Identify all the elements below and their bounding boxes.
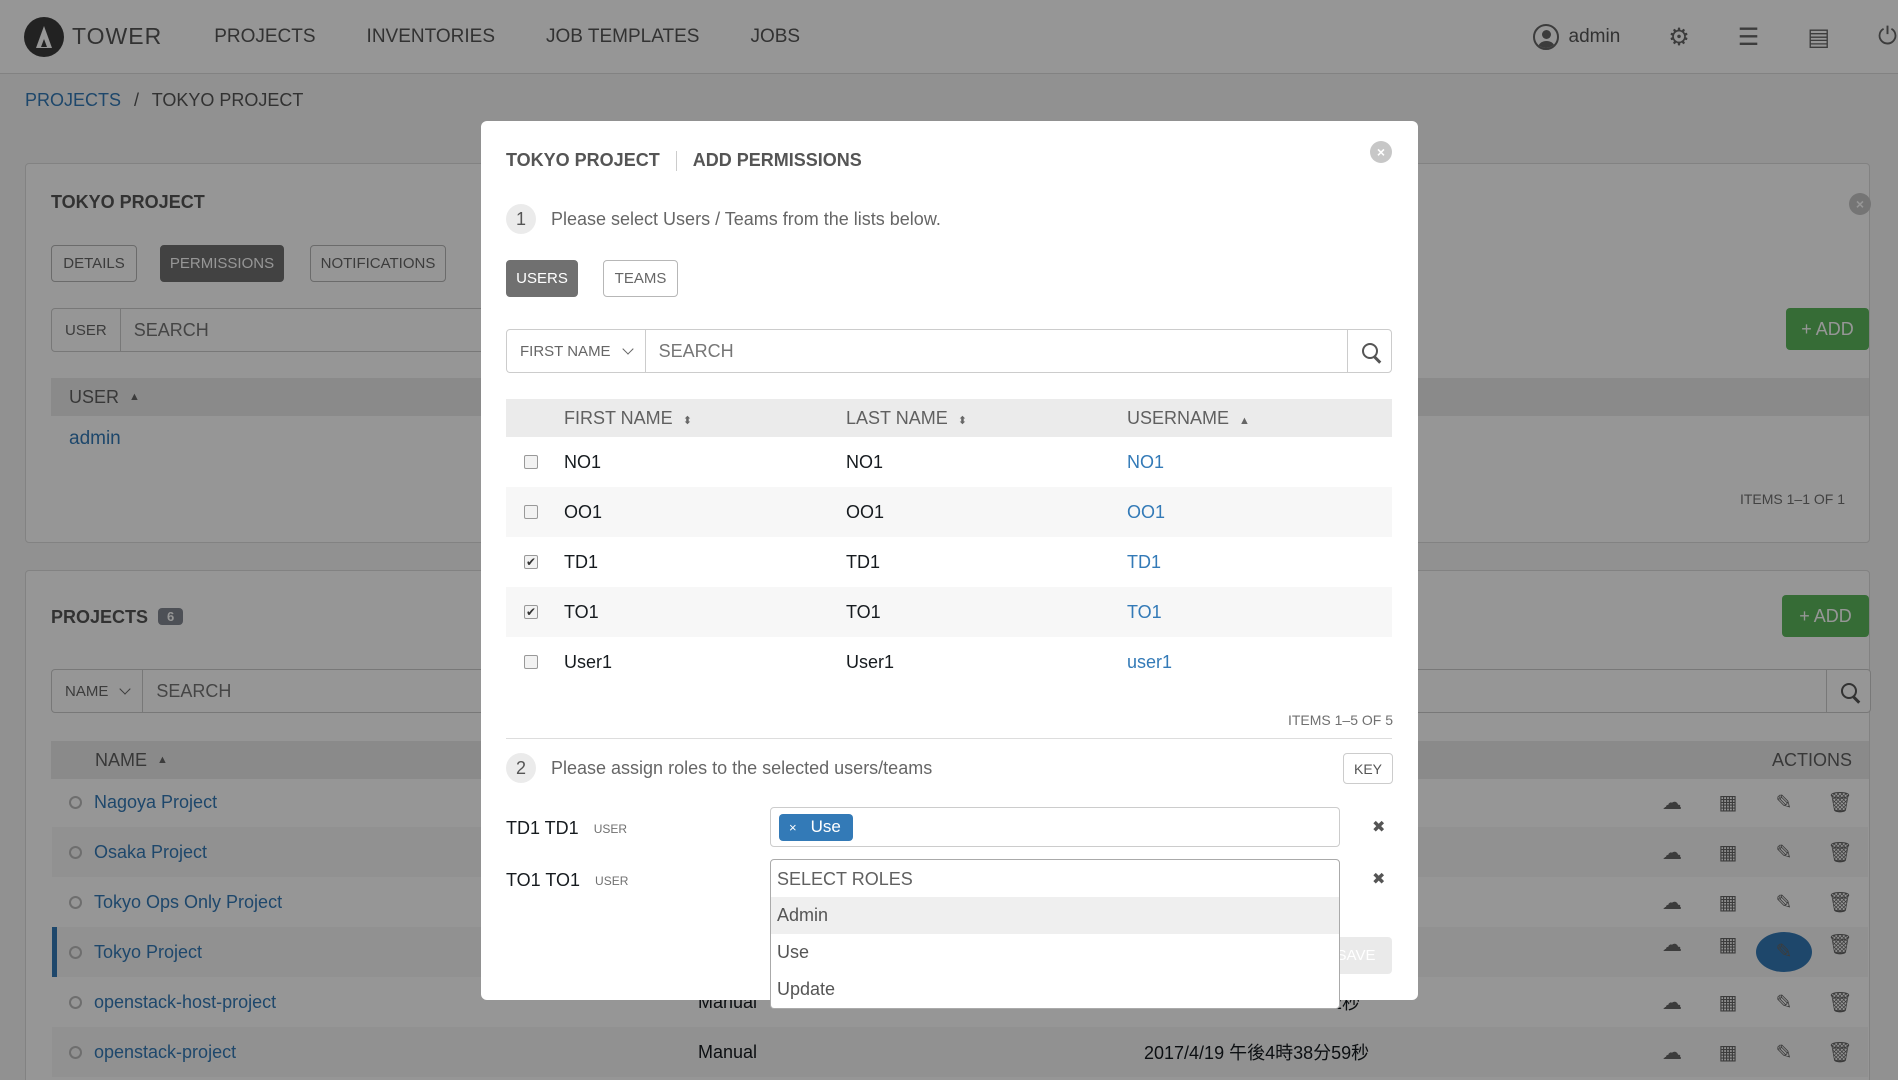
- close-modal-icon[interactable]: ×: [1370, 141, 1392, 163]
- sort-icon[interactable]: ⬍: [958, 415, 967, 427]
- first-name: TO1: [564, 601, 599, 622]
- remove-assignee-icon[interactable]: ✖: [1372, 869, 1385, 889]
- remove-assignee-icon[interactable]: ✖: [1372, 817, 1385, 837]
- col-last-name[interactable]: LAST NAME ⬍: [846, 408, 967, 429]
- row-checkbox[interactable]: [524, 505, 538, 519]
- assignee-type: USER: [595, 873, 629, 888]
- users-table: FIRST NAME ⬍ LAST NAME ⬍ USERNAME ▲ NO1 NO1…: [506, 399, 1392, 687]
- roles-select-td1[interactable]: × Use: [770, 807, 1340, 847]
- role-option-use[interactable]: Use: [771, 934, 1339, 971]
- step-2: 2 Please assign roles to the selected us…: [506, 753, 932, 783]
- search-key-label: FIRST NAME: [520, 342, 611, 360]
- last-name: TD1: [846, 551, 881, 572]
- key-button[interactable]: KEY: [1343, 753, 1393, 784]
- role-chip: × Use: [779, 813, 853, 841]
- col-username-label: USERNAME: [1127, 407, 1230, 428]
- step-2-text: Please assign roles to the selected user…: [551, 757, 933, 778]
- search-icon: [1361, 343, 1378, 359]
- modal-title-action: ADD PERMISSIONS: [692, 150, 862, 170]
- role-option-admin[interactable]: Admin: [771, 897, 1339, 934]
- col-last-name-label: LAST NAME: [846, 407, 948, 428]
- modal-items-count: ITEMS 1–5 OF 5: [1287, 712, 1393, 728]
- roles-dropdown: Admin Use Update: [770, 897, 1340, 1009]
- first-name: User1: [564, 651, 613, 672]
- step-1-text: Please select Users / Teams from the lis…: [551, 208, 941, 229]
- users-search[interactable]: FIRST NAME SEARCH: [506, 329, 1392, 373]
- last-name: TO1: [846, 601, 881, 622]
- step-number: 2: [506, 753, 536, 783]
- roles-search-input[interactable]: SELECT ROLES: [777, 869, 913, 890]
- role-chip-label: Use: [810, 817, 841, 836]
- users-table-header: FIRST NAME ⬍ LAST NAME ⬍ USERNAME ▲: [506, 399, 1392, 437]
- chevron-down-icon: [621, 343, 634, 355]
- sort-asc-icon[interactable]: ▲: [1239, 415, 1250, 427]
- tab-users[interactable]: USERS: [506, 260, 578, 297]
- first-name: OO1: [564, 501, 603, 522]
- add-permissions-modal: TOKYO PROJECT ADD PERMISSIONS × 1 Please…: [481, 121, 1418, 1009]
- table-row[interactable]: ✔ TO1 TO1 TO1: [506, 587, 1392, 637]
- remove-role-icon[interactable]: ×: [789, 820, 797, 835]
- last-name: OO1: [846, 501, 885, 522]
- first-name: TD1: [564, 551, 599, 572]
- modal-title: TOKYO PROJECT ADD PERMISSIONS: [506, 150, 862, 171]
- step-1: 1 Please select Users / Teams from the l…: [506, 204, 941, 234]
- table-row[interactable]: ✔ TD1 TD1 TD1: [506, 537, 1392, 587]
- search-key[interactable]: FIRST NAME: [507, 330, 646, 372]
- first-name: NO1: [564, 451, 602, 472]
- search-input[interactable]: SEARCH: [646, 341, 734, 362]
- assignee-to1: TO1 TO1 USER: [506, 870, 628, 891]
- col-first-name-label: FIRST NAME: [564, 407, 673, 428]
- col-username[interactable]: USERNAME ▲: [1127, 408, 1250, 429]
- assignee-type: USER: [593, 821, 628, 836]
- username-link[interactable]: user1: [1127, 652, 1172, 673]
- table-row[interactable]: OO1 OO1 OO1: [506, 487, 1392, 537]
- tab-teams[interactable]: TEAMS: [603, 260, 678, 297]
- row-checkbox-checked[interactable]: ✔: [524, 605, 538, 619]
- search-button[interactable]: [1347, 330, 1391, 372]
- assignee-td1: TD1 TD1 USER: [506, 818, 627, 839]
- assignee-name: TD1 TD1: [506, 818, 579, 838]
- row-checkbox[interactable]: [524, 455, 538, 469]
- col-first-name[interactable]: FIRST NAME ⬍: [564, 408, 692, 429]
- row-checkbox[interactable]: [524, 655, 538, 669]
- last-name: User1: [846, 651, 895, 672]
- divider: [506, 738, 1392, 739]
- username-link[interactable]: OO1: [1127, 502, 1165, 523]
- username-link[interactable]: NO1: [1127, 452, 1164, 473]
- username-link[interactable]: TD1: [1127, 552, 1161, 573]
- title-divider: [675, 150, 677, 171]
- last-name: NO1: [846, 451, 884, 472]
- roles-select-to1[interactable]: SELECT ROLES: [770, 859, 1340, 899]
- step-number: 1: [506, 204, 536, 234]
- row-checkbox-checked[interactable]: ✔: [524, 555, 538, 569]
- table-row[interactable]: User1 User1 user1: [506, 637, 1392, 687]
- assignee-name: TO1 TO1: [506, 870, 581, 890]
- role-option-update[interactable]: Update: [771, 971, 1339, 1008]
- table-row[interactable]: NO1 NO1 NO1: [506, 437, 1392, 487]
- modal-title-project: TOKYO PROJECT: [506, 150, 660, 170]
- sort-icon[interactable]: ⬍: [683, 415, 692, 427]
- username-link[interactable]: TO1: [1127, 602, 1162, 623]
